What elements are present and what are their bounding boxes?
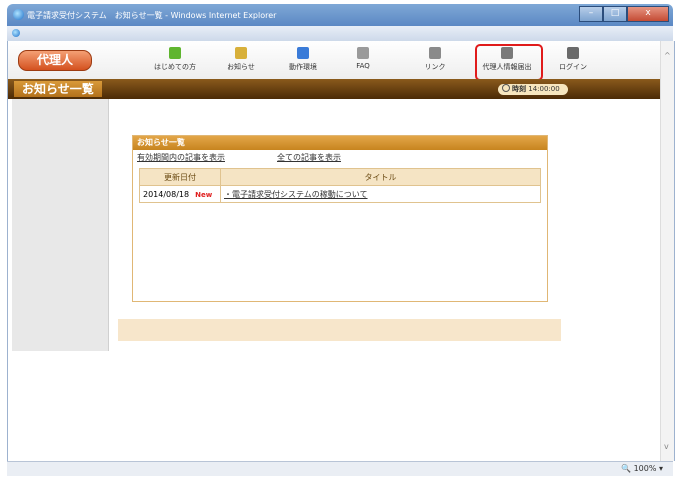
page-icon xyxy=(12,29,20,37)
nav-environment[interactable]: 動作環境 xyxy=(274,47,332,75)
row-title-cell: ・電子請求受付システムの稼動について xyxy=(220,185,541,203)
nav-label: 動作環境 xyxy=(289,63,317,71)
beginner-leaf-icon xyxy=(169,47,181,59)
side-panel xyxy=(12,99,109,351)
table-row: 2014/08/18 New ・電子請求受付システムの稼動について xyxy=(139,185,541,203)
address-bar xyxy=(7,26,673,42)
nav-faq[interactable]: FAQ xyxy=(334,47,392,75)
news-heading: お知らせ一覧 xyxy=(133,136,547,150)
news-title-link[interactable]: ・電子請求受付システムの稼動について xyxy=(224,190,368,199)
nav-label: ログイン xyxy=(559,63,587,71)
status-bar: 🔍 100% ▾ xyxy=(7,461,673,476)
zoom-value: 100% xyxy=(633,464,657,473)
browser-viewport: 代理人 はじめての方 お知らせ 動作環境 FAQ リンク 代理人情報届出 ログイ… xyxy=(7,41,675,461)
maximize-button[interactable]: □ xyxy=(603,6,627,22)
minimize-button[interactable]: – xyxy=(579,6,603,22)
new-badge: New xyxy=(195,190,213,199)
highlight-box xyxy=(475,44,543,81)
column-header-title: タイトル xyxy=(220,168,541,186)
ie-icon xyxy=(13,9,24,20)
scroll-down-icon[interactable]: v xyxy=(664,442,669,451)
window-title: 電子請求受付システム お知らせ一覧 - Windows Internet Exp… xyxy=(27,11,277,20)
row-date-cell: 2014/08/18 New xyxy=(139,185,221,203)
page-title: お知らせ一覧 xyxy=(14,81,102,97)
row-date: 2014/08/18 xyxy=(143,189,190,199)
clock-time: 14:00:00 xyxy=(528,85,560,93)
link-icon xyxy=(429,47,441,59)
clock-label: 時刻 xyxy=(512,85,526,93)
nav-login[interactable]: ログイン xyxy=(544,47,602,75)
column-header-date: 更新日付 xyxy=(139,168,221,186)
news-table: 更新日付 タイトル 2014/08/18 New ・電子請求受付システムの稼動につ… xyxy=(139,168,541,203)
window-controls: – □ x xyxy=(579,6,669,22)
close-button[interactable]: x xyxy=(627,6,669,22)
nav-links[interactable]: リンク xyxy=(406,47,464,75)
news-panel: お知らせ一覧 有効期間内の記事を表示 全ての記事を表示 更新日付 タイトル 20… xyxy=(132,135,548,302)
clock-badge: 時刻 14:00:00 xyxy=(498,84,568,95)
title-band: お知らせ一覧 時刻 14:00:00 xyxy=(8,79,660,99)
show-valid-link[interactable]: 有効期間内の記事を表示 xyxy=(137,152,225,163)
footer-band xyxy=(118,319,561,341)
clock-icon xyxy=(502,84,510,92)
nav-label: FAQ xyxy=(356,62,370,70)
nav-label: リンク xyxy=(424,63,446,71)
app-header: 代理人 はじめての方 お知らせ 動作環境 FAQ リンク 代理人情報届出 ログイ… xyxy=(8,41,660,81)
table-header-row: 更新日付 タイトル xyxy=(139,168,541,186)
zoom-level[interactable]: 🔍 100% ▾ xyxy=(621,464,663,473)
nav-label: はじめての方 xyxy=(154,63,196,71)
scroll-up-icon[interactable]: ^ xyxy=(664,51,671,60)
nav-beginners[interactable]: はじめての方 xyxy=(146,47,204,75)
window-titlebar: 電子請求受付システム お知らせ一覧 - Windows Internet Exp… xyxy=(7,4,673,26)
agent-button[interactable]: 代理人 xyxy=(18,50,92,71)
faq-icon xyxy=(357,47,369,59)
monitor-icon xyxy=(297,47,309,59)
vertical-scrollbar[interactable]: ^ v xyxy=(660,41,674,461)
login-icon xyxy=(567,47,579,59)
news-filter-links: 有効期間内の記事を表示 全ての記事を表示 xyxy=(133,150,547,164)
nav-notices[interactable]: お知らせ xyxy=(212,47,270,75)
info-icon xyxy=(235,47,247,59)
show-all-link[interactable]: 全ての記事を表示 xyxy=(277,152,341,163)
nav-label: お知らせ xyxy=(227,63,255,71)
